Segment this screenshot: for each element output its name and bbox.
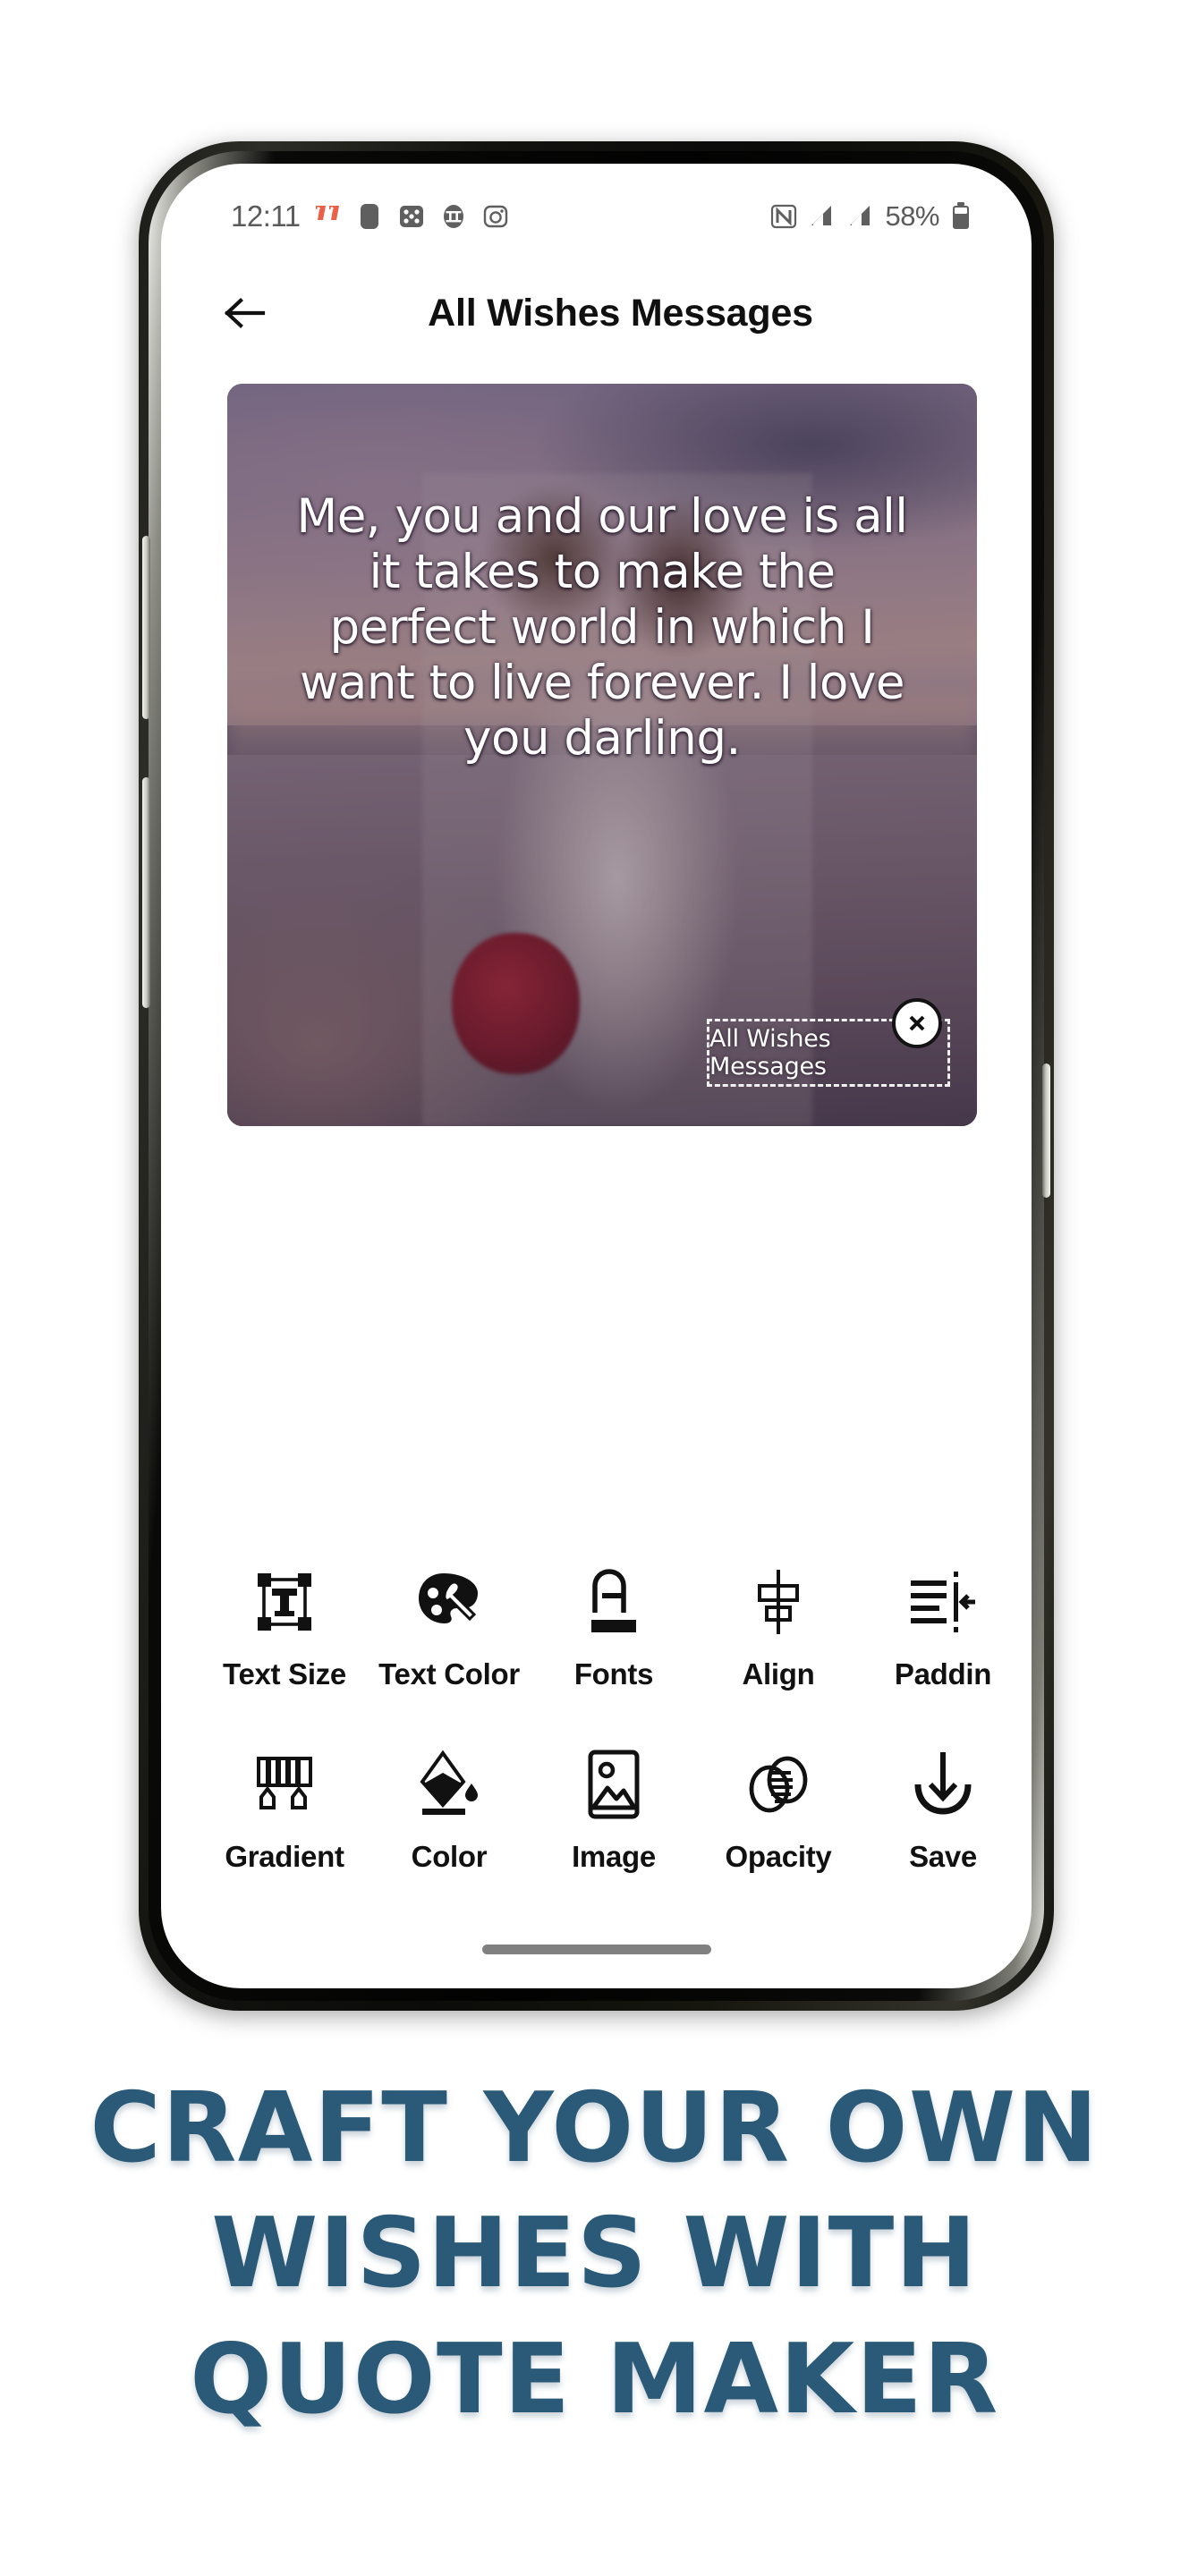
signal-bars-icon-2 [850,206,871,225]
align-icon [747,1559,810,1645]
battery-icon [953,202,969,229]
quote-line: perfect world in which I [329,600,875,655]
status-bar: 12:11 58% [161,189,1032,244]
text-size-icon [251,1559,318,1645]
back-button[interactable] [217,285,272,341]
tool-image[interactable]: Image [531,1741,696,1874]
editor-toolbar: Text Size Text Color Fonts Align Paddin … [161,1559,1032,1874]
promo-caption: Craft Your Own Wishes With Quote Maker [0,2066,1189,2443]
circled-tt-icon [443,205,463,228]
tool-label: Gradient [225,1840,344,1873]
phone-screen: 12:11 58% All Wishes Messages Me, you an… [161,164,1032,1988]
quote-text-block[interactable]: Me, you and our love is all it takes to … [227,384,977,1126]
tool-opacity[interactable]: Opacity [696,1741,861,1874]
watermark-selection-box[interactable]: All Wishes Messages [707,998,950,1087]
close-icon [909,1015,925,1031]
opacity-icon [743,1741,814,1827]
volume-up-button[interactable] [142,536,150,719]
app-header: All Wishes Messages [161,260,1032,366]
status-bar-left: 12:11 [231,199,511,233]
volume-down-button[interactable] [142,777,150,1008]
tool-label: Paddin [894,1657,992,1690]
tool-padding[interactable]: Paddin [861,1559,1025,1691]
tool-label: Text Size [223,1657,346,1690]
palette-icon [413,1559,485,1645]
tool-label: Color [411,1840,488,1873]
dice-icon [399,206,423,227]
tool-text-size[interactable]: Text Size [202,1559,367,1691]
toolbar-row-1: Text Size Text Color Fonts Align Paddin [202,1559,1032,1691]
watermark-close-button[interactable] [892,998,942,1048]
quote-line: you darling. [463,711,741,766]
quote-line: it takes to make the [369,545,836,599]
signal-bars-icon [811,206,832,225]
tool-fonts[interactable]: Fonts [531,1559,696,1691]
tool-text-color[interactable]: Text Color [367,1559,531,1691]
tool-label: Align [742,1657,815,1690]
quote-line: want to live forever. I love [300,656,904,710]
phone-bezel: 12:11 58% All Wishes Messages Me, you an… [142,151,1050,2001]
caption-line-1: Craft Your Own [89,2072,1100,2184]
tool-color[interactable]: Color [367,1741,531,1874]
nfc-icon [771,204,797,229]
paint-bucket-icon [413,1741,485,1827]
rounded-square-icon [360,204,378,229]
tool-label: Save [909,1840,977,1873]
quote-marks-icon [315,206,339,220]
camera-icon [483,205,507,228]
toolbar-row-2: Gradient Color Image Opacity Save [202,1741,1032,1874]
quote-line: Me, you and our love is all [296,489,908,544]
download-icon [911,1741,975,1827]
fonts-icon [582,1559,645,1645]
gradient-icon [250,1741,319,1827]
phone-device-frame: 12:11 58% All Wishes Messages Me, you an… [139,141,1054,2011]
home-gesture-pill[interactable] [481,1945,711,1954]
status-clock: 12:11 [231,199,301,233]
caption-line-3: Quote Maker [190,2323,999,2436]
status-bar-right: 58% [769,200,972,233]
caption-line-2: Wishes With [211,2198,978,2310]
tool-label: Fonts [573,1657,654,1690]
tool-label: Image [572,1840,656,1873]
promo-screenshot: 12:11 58% All Wishes Messages Me, you an… [0,0,1189,2576]
quote-preview-card[interactable]: Me, you and our love is all it takes to … [227,384,977,1126]
power-button[interactable] [1042,1063,1050,1198]
battery-percent-label: 58% [885,200,939,232]
tool-label: Text Color [378,1657,520,1690]
tool-align[interactable]: Align [696,1559,861,1691]
tool-save[interactable]: Save [861,1741,1025,1874]
tool-gradient[interactable]: Gradient [202,1741,367,1874]
page-title: All Wishes Messages [428,291,813,335]
image-icon [585,1741,642,1827]
padding-icon [907,1559,979,1645]
arrow-left-icon [224,298,266,328]
tool-label: Opacity [725,1840,832,1873]
